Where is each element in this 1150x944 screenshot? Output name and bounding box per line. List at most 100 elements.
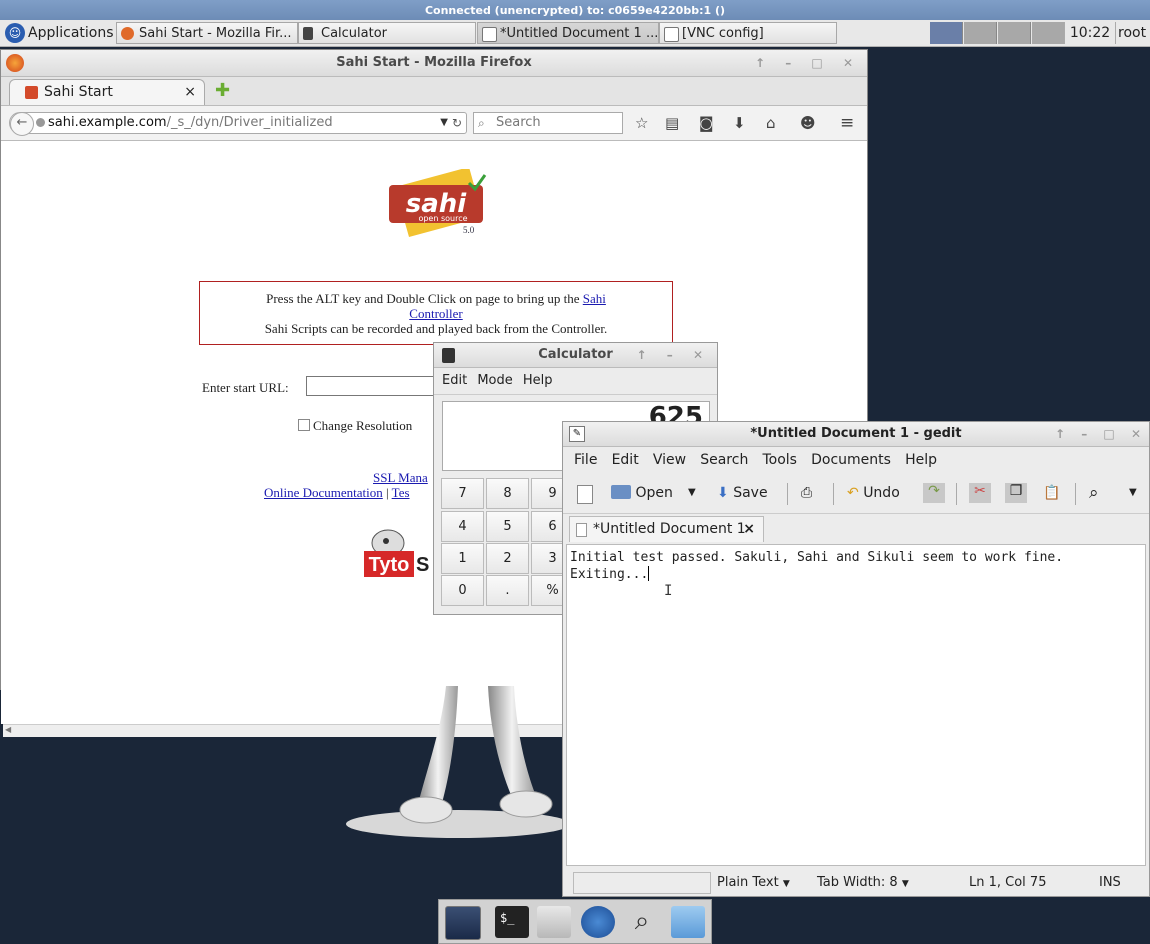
task-vnc-config[interactable]: [VNC config] (659, 22, 837, 44)
menu-mode[interactable]: Mode (477, 373, 512, 388)
url-dropdown-icon[interactable]: ▼ (440, 113, 448, 133)
cut-icon[interactable]: ✂ (969, 483, 991, 503)
menu-documents[interactable]: Documents (811, 452, 891, 468)
print-icon: ⎙ (801, 485, 813, 501)
ssl-manager-link[interactable]: SSL Mana (373, 470, 428, 485)
menu-file[interactable]: File (574, 452, 597, 468)
folder-icon[interactable] (671, 906, 705, 938)
site-info-icon[interactable] (36, 118, 45, 127)
open-dropdown-icon[interactable]: ▼ (688, 485, 696, 501)
toolbar-separator (956, 483, 957, 505)
url-path: /_s_/dyn/Driver_initialized (166, 115, 333, 130)
home-icon[interactable]: ⌂ (766, 115, 776, 131)
window-controls[interactable]: ↑ – □ ✕ (755, 50, 861, 76)
taskbar: ☺ Applications Sahi Start - Mozilla Fir.… (0, 20, 1150, 47)
key-2[interactable]: 2 (486, 543, 529, 574)
gedit-text-area[interactable]: Initial test passed. Sakuli, Sahi and Si… (566, 544, 1146, 866)
change-resolution-label: Change Resolution (313, 418, 413, 433)
window-controls[interactable]: ↑ – □ ✕ (1055, 422, 1147, 446)
search-icon[interactable]: ⌕ (625, 906, 659, 938)
menu-search[interactable]: Search (700, 452, 748, 468)
menu-view[interactable]: View (653, 452, 686, 468)
desktop-wallpaper-figure (346, 686, 564, 838)
start-url-input[interactable] (306, 376, 452, 396)
show-desktop-icon[interactable] (445, 906, 481, 940)
key-8[interactable]: 8 (486, 478, 529, 509)
home-folder-icon[interactable] (537, 906, 571, 938)
workspace-3[interactable] (998, 22, 1031, 44)
online-docs-link[interactable]: Online Documentation (264, 485, 383, 500)
tab-close-icon[interactable]: × (184, 80, 196, 104)
scroll-left-icon[interactable]: ◀ (5, 725, 11, 734)
task-firefox[interactable]: Sahi Start - Mozilla Fir... (116, 22, 298, 44)
tab-close-icon[interactable]: × (743, 517, 755, 541)
save-button[interactable]: ⬇ Save (717, 485, 768, 501)
applications-menu-button[interactable]: ☺ Applications (2, 22, 114, 44)
calculator-icon (442, 348, 455, 363)
key-1[interactable]: 1 (441, 543, 484, 574)
save-arrow-icon: ⬇ (717, 485, 729, 501)
gedit-titlebar[interactable]: ✎ *Untitled Document 1 - gedit ↑ – □ ✕ (563, 422, 1149, 447)
back-arrow-icon[interactable]: ← (10, 112, 34, 136)
sahi-controller-link[interactable]: Sahi (583, 291, 606, 306)
key-5[interactable]: 5 (486, 511, 529, 542)
find-icon[interactable]: ⌕ (1089, 485, 1099, 502)
change-resolution-checkbox[interactable] (298, 419, 310, 431)
chat-icon[interactable]: ☻ (800, 115, 816, 131)
firefox-titlebar[interactable]: Sahi Start - Mozilla Firefox ↑ – □ ✕ (1, 50, 867, 77)
search-input[interactable]: ⌕ Search (473, 112, 623, 134)
sahi-controller-link-cont[interactable]: Controller (409, 306, 462, 321)
i-beam-cursor-icon: I (664, 583, 673, 599)
undo-label: Undo (863, 485, 900, 501)
firefox-logo-icon (6, 54, 24, 72)
key-decimal[interactable]: . (486, 575, 529, 606)
task-gedit[interactable]: *Untitled Document 1 ... (477, 22, 659, 44)
logo-sub: open source (418, 214, 467, 223)
key-4[interactable]: 4 (441, 511, 484, 542)
window-controls[interactable]: ↑ – ✕ (637, 343, 711, 367)
status-message-box (573, 872, 711, 894)
undo-button[interactable]: ↶ Undo (847, 485, 900, 501)
pocket-icon[interactable]: ◙ (699, 115, 714, 131)
new-document-button[interactable] (577, 485, 593, 508)
menu-help[interactable]: Help (523, 373, 553, 388)
menu-tools[interactable]: Tools (762, 452, 797, 468)
open-label: Open (635, 485, 673, 501)
web-browser-icon[interactable] (581, 906, 615, 938)
firefox-navbar: ← sahi.example.com/_s_/dyn/Driver_initia… (1, 106, 867, 141)
toolbar-overflow-icon[interactable]: ▼ (1129, 485, 1137, 501)
gedit-document-tab[interactable]: *Untitled Document 1 × (569, 516, 764, 542)
download-icon[interactable]: ⬇ (733, 115, 746, 131)
test-link[interactable]: Tes (392, 485, 410, 500)
copy-icon[interactable]: ❐ (1005, 483, 1027, 503)
redo-icon[interactable]: ↷ (923, 483, 945, 503)
task-calculator[interactable]: Calculator (298, 22, 476, 44)
open-button[interactable]: Open (611, 485, 673, 501)
clock[interactable]: 10:22 (1064, 22, 1116, 44)
menu-help[interactable]: Help (905, 452, 937, 468)
new-tab-plus-icon[interactable]: ✚ (215, 82, 230, 100)
workspace-1[interactable] (930, 22, 963, 44)
key-7[interactable]: 7 (441, 478, 484, 509)
tab-sahi-start[interactable]: Sahi Start × (9, 79, 205, 105)
menu-edit[interactable]: Edit (612, 452, 639, 468)
menu-hamburger-icon[interactable]: ≡ (840, 115, 854, 132)
menu-edit[interactable]: Edit (442, 373, 467, 388)
reading-list-icon[interactable]: ▤ (665, 115, 679, 131)
reload-icon[interactable]: ↻ (452, 113, 462, 133)
paste-icon[interactable]: 📋 (1043, 485, 1060, 501)
print-button[interactable]: ⎙ (801, 485, 812, 501)
info-box: Press the ALT key and Double Click on pa… (199, 281, 673, 345)
terminal-icon[interactable]: $_ (495, 906, 529, 938)
user-label[interactable]: root (1118, 22, 1146, 44)
workspace-4[interactable] (1032, 22, 1065, 44)
bookmark-star-icon[interactable]: ☆ (635, 115, 648, 131)
gedit-app-icon: ✎ (569, 426, 585, 442)
gedit-icon (482, 27, 497, 42)
calculator-titlebar[interactable]: Calculator ↑ – ✕ (434, 343, 717, 368)
tab-width-selector[interactable]: Tab Width: 8 ▼ (817, 869, 909, 898)
url-bar[interactable]: ← sahi.example.com/_s_/dyn/Driver_initia… (9, 112, 467, 136)
workspace-2[interactable] (964, 22, 997, 44)
key-0[interactable]: 0 (441, 575, 484, 606)
language-selector[interactable]: Plain Text ▼ (717, 869, 790, 898)
